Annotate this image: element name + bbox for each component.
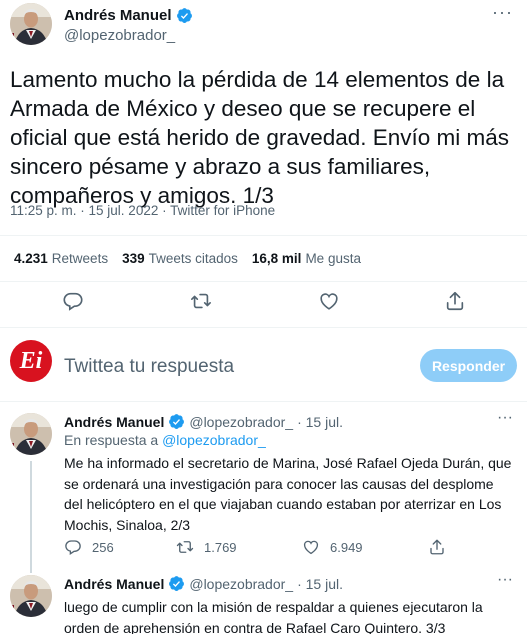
author-name-text[interactable]: Andrés Manuel: [64, 7, 172, 24]
retweet-icon[interactable]: [190, 290, 212, 312]
divider: [0, 281, 527, 282]
likes-count: 16,8 mil: [251, 251, 302, 266]
likes-stat[interactable]: 16,8 mil Me gusta: [252, 251, 361, 266]
quotes-count: 339: [122, 251, 145, 266]
in-reply-handle[interactable]: @lopezobrador_: [162, 432, 266, 448]
quotes-stat[interactable]: 339 Tweets citados: [122, 251, 238, 266]
reply-input[interactable]: Twittea tu respuesta: [64, 356, 234, 378]
avatar[interactable]: [10, 575, 52, 617]
retweets-stat[interactable]: 4.231 Retweets: [14, 251, 108, 266]
verified-badge-icon: [169, 414, 185, 429]
author-handle[interactable]: @lopezobrador_: [64, 27, 175, 44]
retweet-action[interactable]: 1.769: [176, 538, 237, 556]
verified-badge-icon: [169, 576, 185, 591]
reply-icon[interactable]: [64, 538, 82, 556]
like-action[interactable]: 6.949: [302, 538, 363, 556]
reply-header: Andrés Manuel @lopezobrador_ · 15 jul.: [64, 413, 343, 430]
reply-actions: 256 1.769 6.949: [64, 538, 504, 558]
reply-text: Me ha informado el secretario de Marina,…: [64, 455, 512, 533]
tweet-text: Lamento mucho la pérdida de 14 elementos…: [10, 67, 510, 208]
author-name[interactable]: Andrés Manuel: [64, 576, 164, 592]
divider: [0, 401, 527, 402]
retweet-icon[interactable]: [176, 538, 194, 556]
retweets-label: Retweets: [51, 251, 109, 266]
share-icon[interactable]: [428, 538, 446, 556]
more-options-icon[interactable]: ···: [492, 2, 513, 23]
retweet-count: 1.769: [204, 539, 237, 555]
author-name[interactable]: Andrés Manuel: [64, 7, 193, 24]
avatar[interactable]: [10, 3, 52, 45]
reply-header: Andrés Manuel @lopezobrador_ · 15 jul.: [64, 575, 343, 592]
thread-line: [30, 461, 32, 573]
like-icon[interactable]: [318, 290, 340, 312]
likes-label: Me gusta: [305, 251, 361, 266]
reply-button[interactable]: Responder: [420, 349, 517, 382]
account-avatar[interactable]: Ei: [10, 340, 52, 382]
like-icon[interactable]: [302, 538, 320, 556]
reply-date[interactable]: · 15 jul.: [297, 414, 343, 430]
divider: [0, 327, 527, 328]
tweet-actions: [0, 290, 527, 318]
more-options-icon[interactable]: ···: [497, 409, 513, 427]
verified-badge-icon: [176, 8, 192, 23]
reply-text: luego de cumplir con la misión de respal…: [64, 599, 483, 634]
reply-icon[interactable]: [62, 290, 84, 312]
main-tweet-header: Andrés Manuel @lopezobrador_ ···: [0, 0, 527, 56]
author-handle[interactable]: @lopezobrador_: [189, 576, 293, 592]
in-reply-to: En respuesta a @lopezobrador_: [64, 432, 266, 448]
tweet-stats: 4.231 Retweets 339 Tweets citados 16,8 mil…: [14, 251, 361, 266]
more-options-icon[interactable]: ···: [497, 571, 513, 589]
avatar[interactable]: [10, 413, 52, 455]
reply-tweet[interactable]: Andrés Manuel @lopezobrador_ · 15 jul. ·…: [0, 409, 527, 573]
reply-tweet[interactable]: Andrés Manuel @lopezobrador_ · 15 jul. ·…: [0, 571, 527, 634]
avatar-logo-text: Ei: [19, 347, 43, 374]
reply-date[interactable]: · 15 jul.: [297, 576, 343, 592]
like-count: 6.949: [330, 539, 363, 555]
share-icon[interactable]: [444, 290, 466, 312]
divider: [0, 235, 527, 236]
share-action[interactable]: [428, 538, 446, 556]
in-reply-prefix: En respuesta a: [64, 432, 159, 448]
author-handle[interactable]: @lopezobrador_: [189, 414, 293, 430]
tweet-timestamp[interactable]: 11:25 p. m. · 15 jul. 2022 · Twitter for…: [10, 203, 275, 218]
reply-action[interactable]: 256: [64, 538, 114, 556]
quotes-label: Tweets citados: [148, 251, 238, 266]
reply-composer: Ei Twittea tu respuesta Responder: [0, 338, 527, 398]
author-name[interactable]: Andrés Manuel: [64, 414, 164, 430]
retweets-count: 4.231: [14, 251, 48, 266]
reply-count: 256: [92, 539, 114, 555]
